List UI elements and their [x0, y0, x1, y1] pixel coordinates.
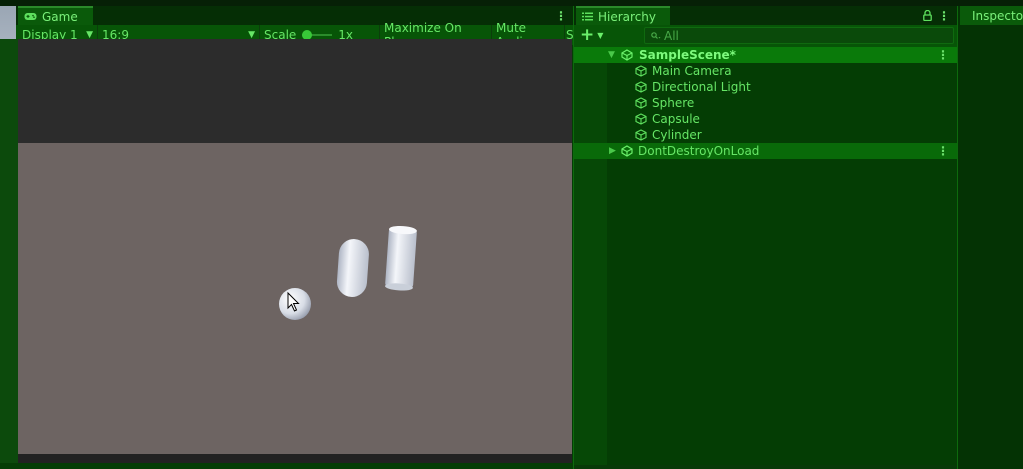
dont-destroy-menu-icon[interactable]: ⋮ [937, 145, 949, 157]
hierarchy-toolbar: + ▼ All [574, 25, 958, 47]
create-button[interactable]: + ▼ [580, 26, 603, 44]
hierarchy-bottom-bar [574, 465, 958, 469]
scene-name: SampleScene* [639, 48, 736, 62]
hierarchy-panel: Hierarchy ⋮ + ▼ All ▼ SampleScene* ⋮ Mai… [573, 6, 958, 469]
capsule-object [336, 239, 369, 297]
gameobject-cube-icon [635, 129, 647, 141]
dont-destroy-label: DontDestroyOnLoad [638, 144, 760, 158]
list-icon [582, 12, 593, 21]
cylinder-object [385, 225, 417, 291]
hierarchy-tabbar: Hierarchy ⋮ [574, 6, 958, 25]
scene-row[interactable]: ▼ SampleScene* ⋮ [574, 47, 957, 63]
inspector-panel: Inspector [957, 6, 1023, 469]
item-label: Capsule [652, 112, 700, 126]
search-placeholder: All [664, 28, 679, 43]
item-label: Cylinder [652, 128, 702, 142]
tab-game-label: Game [42, 9, 78, 24]
search-input[interactable]: All [644, 27, 954, 44]
hierarchy-item-directional-light[interactable]: Directional Light [574, 79, 957, 95]
expand-triangle-icon[interactable]: ▼ [608, 50, 615, 60]
item-label: Main Camera [652, 64, 732, 78]
item-label: Sphere [652, 96, 695, 110]
tab-inspector[interactable]: Inspector [960, 6, 1023, 25]
item-label: Directional Light [652, 80, 751, 94]
tab-hierarchy-label: Hierarchy [598, 9, 657, 24]
gamepad-icon [24, 13, 37, 20]
gameobject-cube-icon [635, 65, 647, 77]
unity-scene-icon [621, 145, 633, 157]
expand-triangle-icon[interactable]: ▶ [609, 146, 616, 156]
tab-hierarchy[interactable]: Hierarchy [576, 6, 670, 25]
game-viewport[interactable] [18, 39, 572, 454]
left-panel-edge [0, 39, 18, 463]
unity-scene-icon [621, 49, 633, 61]
hierarchy-menu-icon[interactable]: ⋮ [938, 10, 950, 22]
lock-icon[interactable] [923, 10, 932, 21]
scene-menu-icon[interactable]: ⋮ [937, 49, 949, 61]
gameobject-cube-icon [635, 113, 647, 125]
hierarchy-item-capsule[interactable]: Capsule [574, 111, 957, 127]
search-icon [651, 31, 661, 39]
tab-inspector-label: Inspector [972, 8, 1023, 23]
caret-down-icon: ▼ [597, 30, 604, 40]
hierarchy-item-cylinder[interactable]: Cylinder [574, 127, 957, 143]
gameobject-cube-icon [635, 81, 647, 93]
hierarchy-item-main-camera[interactable]: Main Camera [574, 63, 957, 79]
plus-icon: + [580, 25, 595, 45]
game-tabbar: ⋮ Game ⋮ [0, 6, 573, 25]
dont-destroy-row[interactable]: ▶ DontDestroyOnLoad ⋮ [574, 143, 957, 159]
game-bottom-bar [18, 454, 572, 463]
tab-game[interactable]: Game [18, 6, 93, 25]
scene-objects [279, 225, 417, 320]
gameobject-cube-icon [635, 97, 647, 109]
hierarchy-item-sphere[interactable]: Sphere [574, 95, 957, 111]
